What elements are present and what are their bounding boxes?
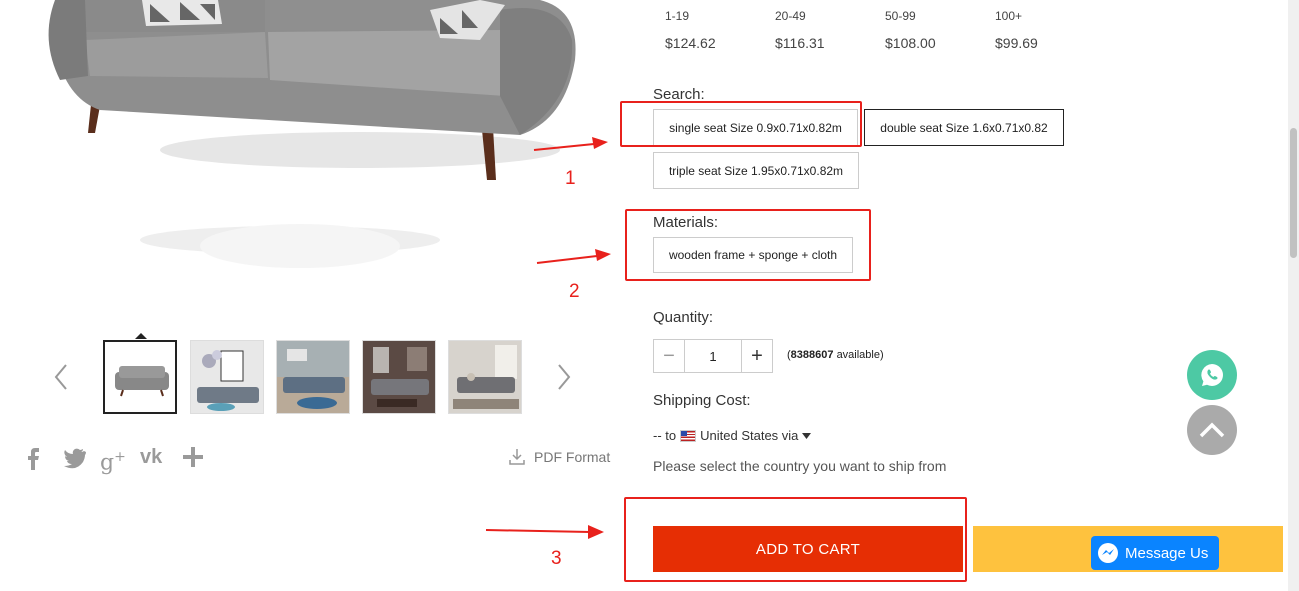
tier-range: 1-19 <box>665 9 690 23</box>
quantity-input[interactable]: 1 <box>684 340 742 372</box>
messenger-button[interactable]: Message Us <box>1091 536 1219 570</box>
shipping-note: Please select the country you want to sh… <box>653 458 947 474</box>
thumbnail-selected-caret <box>135 333 147 339</box>
tier-range: 100+ <box>995 9 1023 23</box>
highlight-box-1 <box>620 101 862 147</box>
available-stock: (8388607 available) <box>787 349 884 361</box>
tier-price: $99.69 <box>995 35 1038 51</box>
pdf-format-link[interactable]: PDF Format <box>508 448 610 466</box>
shipping-label: Shipping Cost: <box>653 392 751 409</box>
highlight-box-2 <box>625 209 871 281</box>
quantity-label: Quantity: <box>653 309 714 326</box>
product-main-image[interactable] <box>0 0 620 300</box>
messenger-icon <box>1098 543 1118 563</box>
facebook-icon[interactable] <box>23 444 43 470</box>
thumbnail-1[interactable] <box>103 340 177 414</box>
shipping-prefix: -- to <box>653 428 677 443</box>
annotation-number-2: 2 <box>569 281 580 302</box>
us-flag-icon <box>680 429 697 442</box>
vk-icon[interactable]: vk <box>140 444 168 470</box>
download-icon <box>509 449 525 465</box>
quantity-stepper: − 1 + <box>653 339 773 373</box>
option-triple-seat[interactable]: triple seat Size 1.95x0.71x0.82m <box>653 152 859 189</box>
tier-range: 50-99 <box>885 9 916 23</box>
quantity-decrease-button[interactable]: − <box>654 340 684 372</box>
pdf-format-label: PDF Format <box>534 449 611 465</box>
thumbnail-2[interactable] <box>190 340 264 414</box>
annotation-number-3: 3 <box>551 548 562 569</box>
tier-price: $108.00 <box>885 35 936 51</box>
highlight-box-3 <box>624 497 967 582</box>
twitter-icon[interactable] <box>62 444 86 470</box>
thumbnail-4[interactable] <box>362 340 436 414</box>
caret-down-icon <box>802 432 812 439</box>
shipping-country: United States via <box>700 428 799 443</box>
plus-share-icon[interactable] <box>181 444 205 470</box>
gallery-prev-arrow[interactable] <box>52 362 72 392</box>
whatsapp-button[interactable] <box>1187 350 1237 400</box>
option-double-seat[interactable]: double seat Size 1.6x0.71x0.82 <box>864 109 1064 146</box>
chevron-up-icon <box>1199 422 1225 438</box>
gallery-next-arrow[interactable] <box>553 362 573 392</box>
whatsapp-icon <box>1201 364 1223 386</box>
google-plus-icon[interactable]: g+ <box>100 444 128 475</box>
shipping-destination[interactable]: -- to United States via <box>653 428 812 443</box>
quantity-increase-button[interactable]: + <box>742 340 772 372</box>
arrow-1-icon <box>533 137 608 151</box>
back-to-top-button[interactable] <box>1187 405 1237 455</box>
thumbnail-5[interactable] <box>448 340 522 414</box>
tier-range: 20-49 <box>775 9 806 23</box>
thumbnail-3[interactable] <box>276 340 350 414</box>
page-scrollbar[interactable] <box>1288 0 1299 591</box>
arrow-2-icon <box>536 249 611 264</box>
annotation-number-1: 1 <box>565 168 576 189</box>
arrow-3-icon <box>485 525 604 539</box>
available-count: 8388607 <box>790 349 834 361</box>
scrollbar-thumb[interactable] <box>1290 128 1297 258</box>
messenger-label: Message Us <box>1125 544 1209 562</box>
tier-price: $124.62 <box>665 35 716 51</box>
tier-price: $116.31 <box>775 35 825 51</box>
